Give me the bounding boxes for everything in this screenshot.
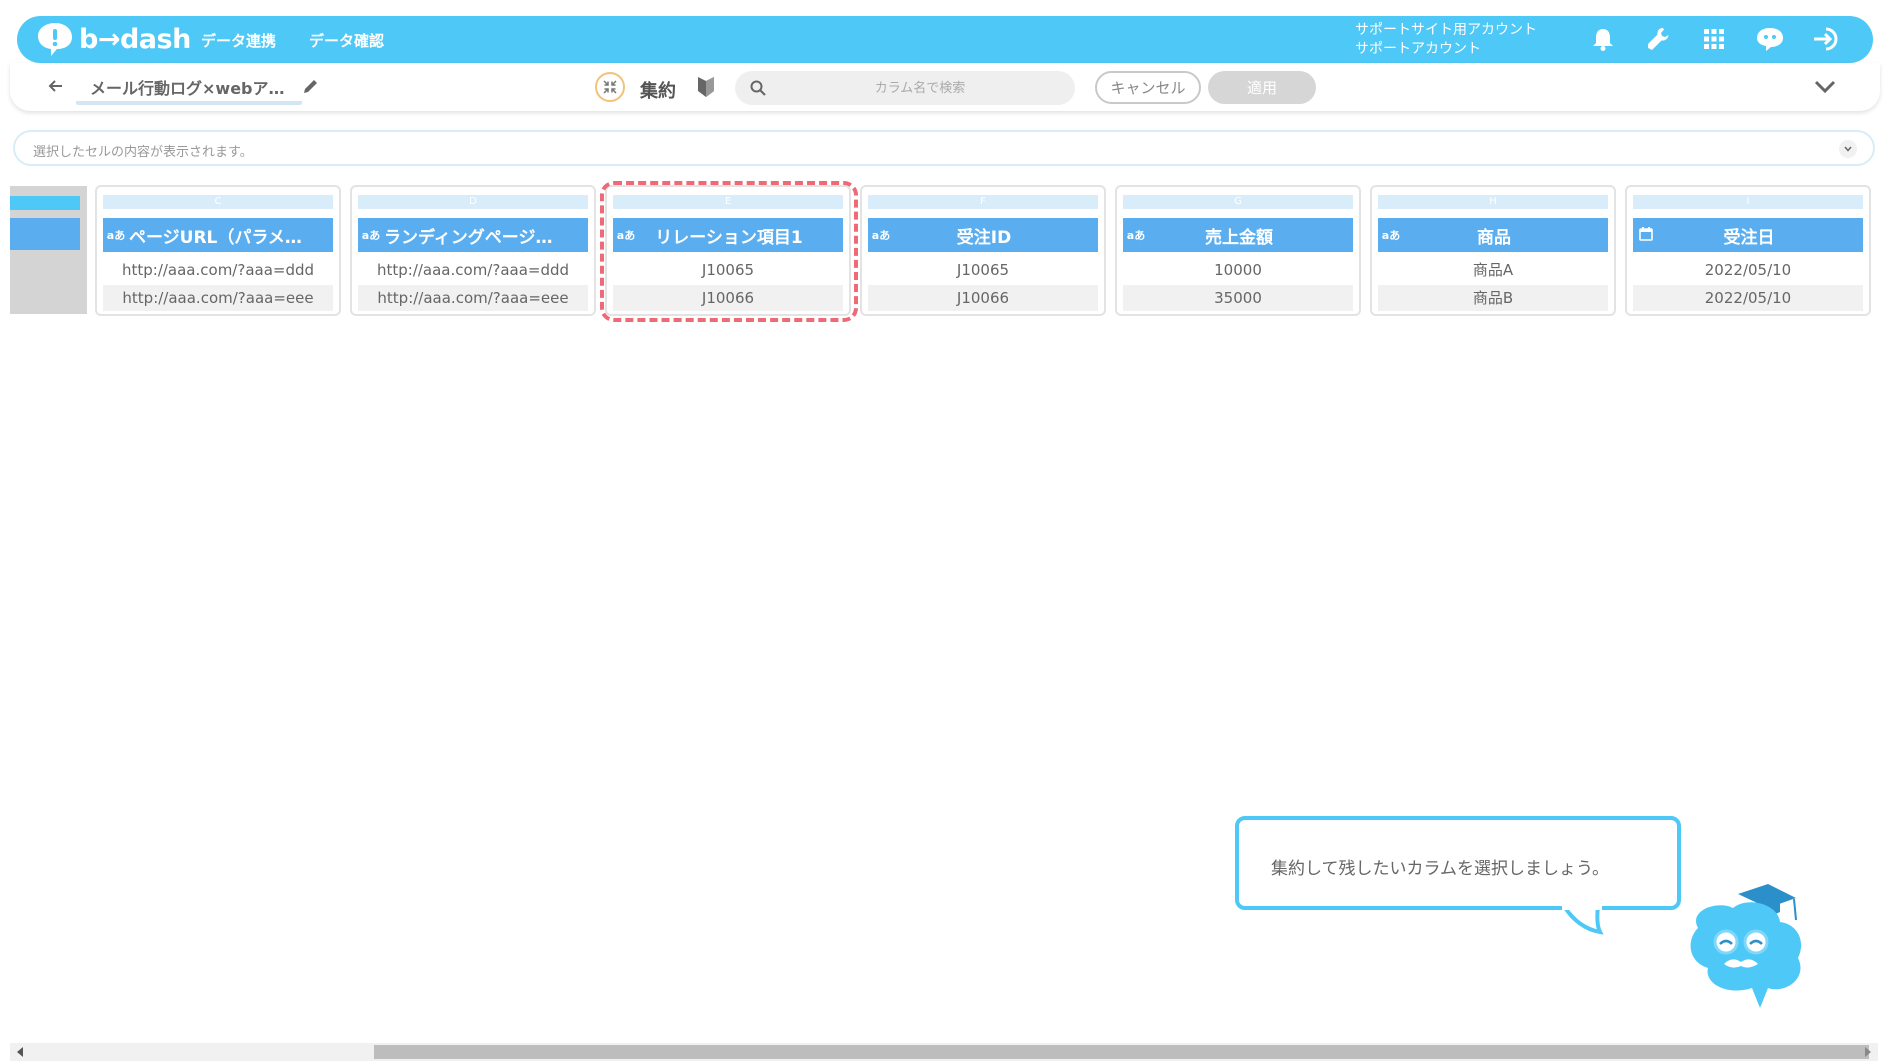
dataset-title-text: メール行動ログ×webア… <box>90 79 285 98</box>
top-navigation-bar: b→dash データ連携 データ確認 サポートサイト用アカウント サポートアカウ… <box>17 16 1873 63</box>
row-header-band <box>10 218 80 250</box>
column-name: リレーション項目1 <box>655 227 803 248</box>
apply-button[interactable]: 適用 <box>1208 71 1316 104</box>
logo-brain-icon <box>38 23 72 56</box>
cell-content-bar[interactable]: 選択したセルの内容が表示されます。 <box>13 130 1875 166</box>
bdash-logo[interactable]: b→dash <box>35 20 191 58</box>
column-name: ページURL（パラメ… <box>129 227 302 248</box>
text-type-icon: aあ <box>871 229 891 242</box>
column-letter: E <box>613 195 843 209</box>
table-cell[interactable]: 商品A <box>1378 257 1608 283</box>
table-cell[interactable]: J10066 <box>613 285 843 311</box>
row-header-band <box>10 196 80 210</box>
column-name: 受注ID <box>956 227 1012 248</box>
column-name: 売上金額 <box>1205 227 1273 248</box>
table-cell[interactable]: http://aaa.com/?aaa=eee <box>358 285 588 311</box>
scroll-left-icon[interactable] <box>17 1047 23 1057</box>
text-type-icon: aあ <box>361 229 381 242</box>
column-letter: D <box>358 195 588 209</box>
column-header[interactable]: aあ ページURL（パラメ… <box>103 218 333 252</box>
scrollbar-thumb[interactable] <box>374 1045 1869 1059</box>
column-header[interactable]: aあ 商品 <box>1378 218 1608 252</box>
column-header[interactable]: aあ 受注ID <box>868 218 1098 252</box>
chat-icon[interactable] <box>1755 24 1785 54</box>
bell-icon[interactable] <box>1588 24 1618 54</box>
scroll-right-icon[interactable] <box>1865 1047 1871 1057</box>
column-letter: F <box>868 195 1098 209</box>
text-type-icon: aあ <box>1126 229 1146 242</box>
account-info[interactable]: サポートサイト用アカウント サポートアカウント <box>1355 21 1537 59</box>
table-cell[interactable]: 商品B <box>1378 285 1608 311</box>
column-letter: H <box>1378 195 1608 209</box>
pencil-icon[interactable] <box>302 77 320 95</box>
column-search-input[interactable] <box>775 71 1065 105</box>
account-user: サポートアカウント <box>1355 41 1481 57</box>
guide-tooltip-text: 集約して残したいカラムを選択しましょう。 <box>1271 859 1609 879</box>
cancel-button[interactable]: キャンセル <box>1095 71 1201 104</box>
dataset-title[interactable]: メール行動ログ×webア… <box>76 75 302 105</box>
account-name: サポートサイト用アカウント <box>1355 22 1537 38</box>
chevron-down-icon[interactable] <box>1839 140 1857 158</box>
logo-text: b→dash <box>79 23 191 55</box>
column-search-box[interactable] <box>735 71 1075 105</box>
column-name: 商品 <box>1477 227 1511 248</box>
column-G[interactable]: G aあ 売上金額 10000 35000 <box>1115 185 1361 316</box>
table-cell[interactable]: http://aaa.com/?aaa=ddd <box>358 257 588 283</box>
column-letter: I <box>1633 195 1863 209</box>
editor-toolbar: メール行動ログ×webア… 集約 キャンセル 適用 <box>10 63 1880 111</box>
table-cell[interactable]: J10066 <box>868 285 1098 311</box>
column-H[interactable]: H aあ 商品 商品A 商品B <box>1370 185 1616 316</box>
column-header[interactable]: aあ 売上金額 <box>1123 218 1353 252</box>
chevron-down-icon[interactable] <box>1812 75 1838 99</box>
column-name: ランディングページ… <box>384 227 553 248</box>
guide-tooltip: 集約して残したいカラムを選択しましょう。 <box>1235 816 1681 910</box>
table-cell[interactable]: 10000 <box>1123 257 1353 283</box>
column-name: 受注日 <box>1723 227 1775 248</box>
aggregate-icon <box>595 72 625 102</box>
column-D[interactable]: D aあ ランディングページ… http://aaa.com/?aaa=ddd … <box>350 185 596 316</box>
wrench-icon[interactable] <box>1644 24 1674 54</box>
column-I[interactable]: I 受注日 2022/05/10 2022/05/10 <box>1625 185 1871 316</box>
nav-data-integration[interactable]: データ連携 <box>201 30 276 51</box>
table-cell[interactable]: J10065 <box>868 257 1098 283</box>
calendar-icon <box>1633 226 1659 245</box>
tooltip-tail <box>1561 906 1604 935</box>
cell-content-placeholder: 選択したセルの内容が表示されます。 <box>33 145 253 160</box>
table-cell[interactable]: 2022/05/10 <box>1633 285 1863 311</box>
text-type-icon: aあ <box>616 229 636 242</box>
column-E[interactable]: E aあ リレーション項目1 J10065 J10066 <box>605 185 851 316</box>
nav-data-check[interactable]: データ確認 <box>309 30 384 51</box>
table-cell[interactable]: J10065 <box>613 257 843 283</box>
mode-label: 集約 <box>640 81 676 102</box>
table-cell[interactable]: 2022/05/10 <box>1633 257 1863 283</box>
column-letter: G <box>1123 195 1353 209</box>
text-type-icon: aあ <box>106 229 126 242</box>
column-header[interactable]: 受注日 <box>1633 218 1863 252</box>
row-header-column <box>10 186 87 314</box>
beginner-mark-icon[interactable] <box>696 75 716 99</box>
column-header[interactable]: aあ ランディングページ… <box>358 218 588 252</box>
column-F[interactable]: F aあ 受注ID J10065 J10066 <box>860 185 1106 316</box>
column-C[interactable]: C aあ ページURL（パラメ… http://aaa.com/?aaa=ddd… <box>95 185 341 316</box>
column-letter: C <box>103 195 333 209</box>
table-cell[interactable]: 35000 <box>1123 285 1353 311</box>
grid-icon[interactable] <box>1699 24 1729 54</box>
logout-icon[interactable] <box>1812 24 1842 54</box>
table-cell[interactable]: http://aaa.com/?aaa=ddd <box>103 257 333 283</box>
column-header[interactable]: aあ リレーション項目1 <box>613 218 843 252</box>
horizontal-scrollbar[interactable] <box>10 1043 1878 1061</box>
search-icon <box>749 79 767 97</box>
mascot-icon <box>1690 884 1802 1008</box>
back-arrow-icon[interactable] <box>46 76 66 96</box>
table-cell[interactable]: http://aaa.com/?aaa=eee <box>103 285 333 311</box>
text-type-icon: aあ <box>1381 229 1401 242</box>
